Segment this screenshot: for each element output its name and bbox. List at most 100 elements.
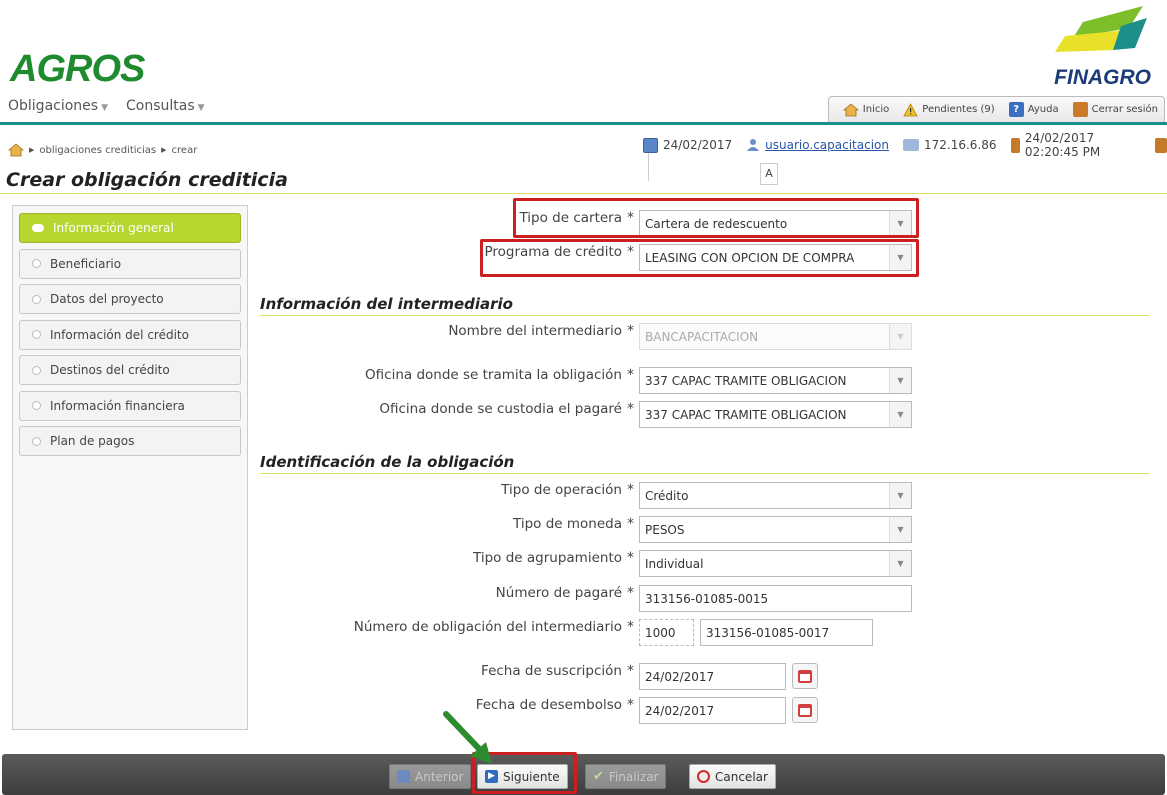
tab-ayuda[interactable]: ? Ayuda: [1008, 102, 1059, 117]
field-nombre-intermediario: Nombre del intermediario *: [448, 323, 639, 339]
step-informacion-credito[interactable]: Información del crédito: [19, 319, 241, 350]
numero-obligacion-label: Número de obligación del intermediario: [353, 619, 622, 635]
step-informacion-general[interactable]: Información general: [19, 213, 241, 243]
highlight-box: [480, 239, 919, 277]
chevron-down-icon: ▼: [889, 324, 911, 349]
step-beneficiario[interactable]: Beneficiario: [19, 248, 241, 279]
finagro-emblem-icon: [1055, 6, 1147, 52]
required-mark: *: [627, 482, 634, 498]
breadcrumb-item[interactable]: obligaciones crediticias: [39, 145, 156, 156]
info-date: 24/02/2017: [643, 137, 733, 153]
step-destinos-credito[interactable]: Destinos del crédito: [19, 355, 241, 385]
door-icon: [1010, 137, 1020, 153]
main-nav: Obligaciones ▼ Consultas ▼: [8, 98, 205, 114]
oficina-custodia-value: 337 CAPAC TRAMITE OBLIGACION: [645, 407, 847, 422]
tab-ayuda-label: Ayuda: [1027, 104, 1059, 115]
fecha-desembolso-value: 24/02/2017: [645, 703, 715, 718]
step-indicator-icon: [32, 294, 41, 304]
calendar-picker-button[interactable]: [792, 697, 818, 723]
numero-pagare-label: Número de pagaré: [495, 585, 622, 601]
step-datos-proyecto[interactable]: Datos del proyecto: [19, 284, 241, 314]
network-icon: [903, 139, 919, 151]
required-mark: *: [627, 367, 634, 383]
fecha-suscripcion-label: Fecha de suscripción: [481, 663, 622, 679]
wizard-steps: Información general Beneficiario Datos d…: [12, 205, 248, 730]
nav-obligaciones-label: Obligaciones: [8, 98, 99, 114]
top-tabs: Inicio Pendientes (9) ? Ayuda Cerrar ses…: [827, 96, 1165, 122]
title-divider: [0, 193, 1167, 194]
user-link[interactable]: usuario.capacitacion: [765, 138, 889, 152]
header-divider: [0, 122, 1167, 125]
tipo-agrupamiento-select[interactable]: Individual ▼: [639, 550, 912, 577]
numero-obligacion-input[interactable]: 313156-01085-0017: [700, 619, 873, 646]
chevron-down-icon: ▼: [889, 483, 911, 508]
finalizar-button: ✔ Finalizar: [585, 764, 667, 789]
oficina-custodia-select[interactable]: 337 CAPAC TRAMITE OBLIGACION ▼: [639, 401, 912, 428]
step-informacion-financiera[interactable]: Información financiera: [19, 390, 241, 421]
finagro-wordmark: FINAGRO: [1054, 66, 1151, 89]
chevron-right-icon: ▶: [29, 146, 35, 154]
info-ip-value: 172.16.6.86: [924, 138, 997, 152]
divider: [648, 153, 652, 181]
font-size-toggle[interactable]: A: [760, 163, 778, 185]
chevron-right-icon: ▶: [161, 146, 167, 154]
nombre-intermediario-value: BANCAPACITACION: [645, 329, 759, 344]
door-icon: [1072, 102, 1088, 117]
required-mark: *: [627, 401, 634, 417]
step-indicator-icon: [32, 330, 41, 339]
cancelar-button[interactable]: Cancelar: [689, 764, 776, 789]
tab-cerrar-sesion[interactable]: Cerrar sesión: [1072, 102, 1158, 117]
check-icon: ✔: [593, 769, 604, 784]
step-label: Plan de pagos: [50, 434, 135, 448]
arrow-left-icon: [397, 770, 410, 783]
step-label: Información general: [53, 221, 174, 235]
warning-icon: [903, 102, 918, 116]
numero-pagare-input[interactable]: 313156-01085-0015: [639, 585, 912, 612]
step-label: Información financiera: [50, 398, 185, 413]
breadcrumb-item: crear: [171, 144, 198, 156]
tipo-agrupamiento-label: Tipo de agrupamiento: [473, 550, 622, 566]
chevron-down-icon: ▼: [101, 103, 109, 113]
nombre-intermediario-select: BANCAPACITACION ▼: [639, 323, 912, 350]
oficina-tramita-label: Oficina donde se tramita la obligación: [365, 367, 622, 383]
step-indicator-icon: [32, 365, 41, 375]
home-icon: [842, 102, 859, 116]
field-tipo-agrupamiento: Tipo de agrupamiento *: [473, 550, 639, 566]
field-numero-obligacion: Número de obligación del intermediario *: [354, 619, 639, 635]
tab-inicio[interactable]: Inicio: [842, 102, 890, 117]
tipo-moneda-select[interactable]: PESOS ▼: [639, 516, 912, 543]
tab-inicio-label: Inicio: [862, 104, 890, 115]
step-indicator-icon: [32, 436, 41, 446]
nombre-intermediario-label: Nombre del intermediario: [448, 323, 622, 339]
tipo-operacion-select[interactable]: Crédito ▼: [639, 482, 912, 509]
nav-obligaciones[interactable]: Obligaciones ▼: [8, 98, 108, 114]
info-date-value: 24/02/2017: [663, 138, 733, 152]
numero-pagare-value: 313156-01085-0015: [645, 591, 769, 606]
info-ip: 172.16.6.86: [903, 138, 997, 152]
tab-pendientes[interactable]: Pendientes (9): [903, 102, 995, 117]
fecha-desembolso-input[interactable]: 24/02/2017: [639, 697, 786, 724]
chevron-down-icon: ▼: [889, 402, 911, 427]
field-tipo-moneda: Tipo de moneda *: [513, 516, 639, 532]
info-user: usuario.capacitacion: [746, 138, 889, 152]
tipo-agrupamiento-value: Individual: [645, 556, 704, 571]
numero-obligacion-value: 313156-01085-0017: [706, 625, 830, 640]
numero-obligacion-prefix: 1000: [645, 625, 676, 640]
oficina-tramita-value: 337 CAPAC TRAMITE OBLIGACION: [645, 373, 847, 388]
home-icon[interactable]: [8, 143, 24, 157]
step-plan-pagos[interactable]: Plan de pagos: [19, 426, 241, 456]
required-mark: *: [627, 585, 634, 601]
step-indicator-icon: [32, 224, 44, 232]
cancel-icon: [697, 770, 710, 783]
info-login-time-value: 24/02/2017 02:20:45 PM: [1024, 131, 1101, 159]
session-infobar: 24/02/2017 usuario.capacitacion 172.16.6…: [643, 131, 1167, 159]
fecha-suscripcion-input[interactable]: 24/02/2017: [639, 663, 786, 690]
info-more[interactable]: [1155, 137, 1167, 153]
required-mark: *: [627, 550, 634, 566]
oficina-tramita-select[interactable]: 337 CAPAC TRAMITE OBLIGACION ▼: [639, 367, 912, 394]
section-divider: [260, 473, 1149, 474]
nav-consultas[interactable]: Consultas ▼: [126, 98, 205, 114]
calendar-picker-button[interactable]: [792, 663, 818, 689]
step-label: Destinos del crédito: [50, 363, 170, 377]
tipo-moneda-label: Tipo de moneda: [513, 516, 622, 532]
